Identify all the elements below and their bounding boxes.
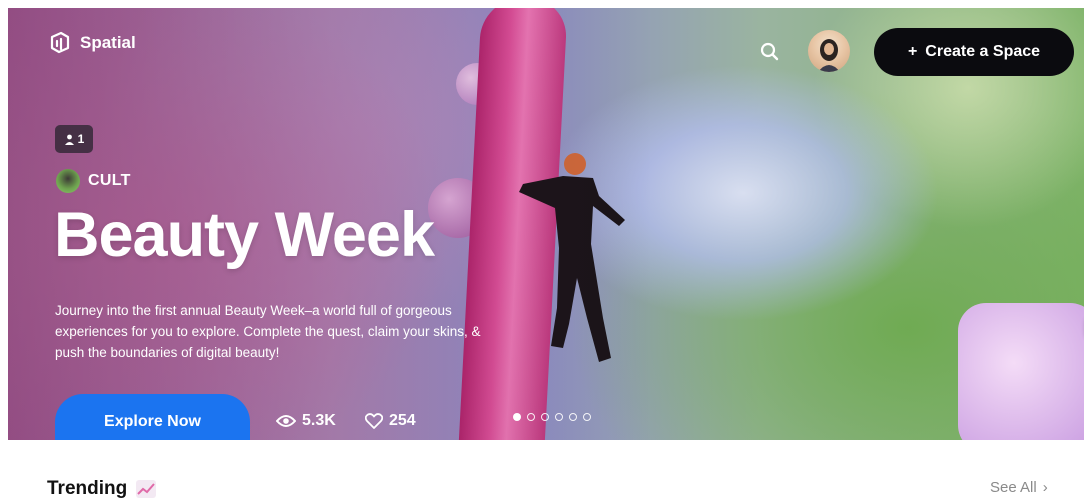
views-count: 5.3K [302,412,336,429]
carousel-indicators [513,413,591,421]
likes-count: 254 [389,412,416,429]
carousel-dot-1[interactable] [513,413,521,421]
carousel-dot-4[interactable] [555,413,563,421]
see-all-label: See All [990,479,1037,496]
hero-banner: Spatial + Create a Space 1 CULT Beauty W… [8,8,1084,440]
trending-chart-icon [136,480,157,498]
visitor-count-badge: 1 [55,125,93,153]
heart-icon [365,413,383,429]
person-icon [64,134,74,145]
see-all-link[interactable]: See All › [990,479,1048,496]
user-avatar-image [818,39,840,72]
views-stat: 5.3K [276,412,336,430]
eye-icon [276,415,296,427]
creator-link[interactable]: CULT [56,169,131,193]
creator-name: CULT [88,172,131,189]
brand-name: Spatial [80,33,136,52]
hero-description: Journey into the first annual Beauty Wee… [55,303,481,360]
carousel-dot-3[interactable] [541,413,549,421]
carousel-dot-5[interactable] [569,413,577,421]
create-space-label: Create a Space [925,43,1041,60]
explore-now-button[interactable]: Explore Now [55,394,250,440]
visitor-count: 1 [77,132,85,146]
trending-title: Trending [47,478,128,499]
chevron-right-icon: › [1042,479,1048,496]
creator-avatar [56,169,80,193]
likes-stat[interactable]: 254 [365,412,416,430]
spatial-logo-icon [50,31,70,54]
carousel-dot-6[interactable] [583,413,591,421]
create-space-button[interactable]: + Create a Space [874,28,1074,76]
carousel-dot-2[interactable] [527,413,535,421]
hero-title: Beauty Week [54,200,435,270]
trending-header: Trending [47,478,157,500]
search-button[interactable] [756,38,784,66]
spatial-logo[interactable]: Spatial [48,30,136,56]
plus-icon: + [907,43,918,60]
user-avatar[interactable] [808,30,850,72]
search-icon [760,42,779,61]
